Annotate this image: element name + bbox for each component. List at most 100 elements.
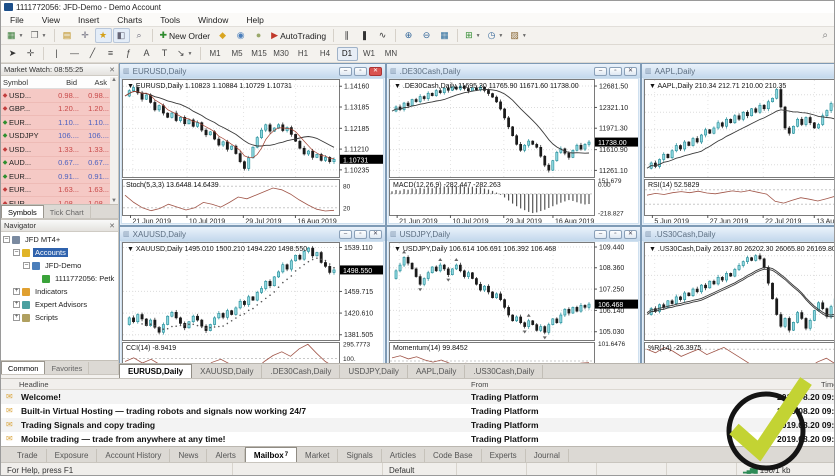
menu-charts[interactable]: Charts [108,13,151,26]
market-watch-row[interactable]: ◆ EUR... 1.08... 1.08... [1,197,118,204]
mailbox-row[interactable]: ✉ Trading Signals and copy trading Trading… [1,418,834,432]
status-profile[interactable]: Default [383,463,457,475]
scroll-up-icon[interactable]: ▲ [111,77,117,83]
market-watch-row[interactable]: ◆ EUR... 1.10... 1.10... [1,116,118,130]
minimize-button[interactable]: – [594,229,607,239]
chart-titlebar[interactable]: ▥ USDJPY,Daily – ▫ ✕ [387,227,640,241]
close-button[interactable]: ✕ [624,66,637,76]
tab-common[interactable]: Common [1,361,46,374]
vps-button[interactable]: ● [250,28,267,43]
trendline-tool[interactable]: ╱ [84,46,101,61]
strategy-tester-toggle[interactable]: ⌕ [131,28,148,43]
zoom-in-button[interactable]: ⊕ [400,28,417,43]
chart-titlebar[interactable]: ▥ .DE30Cash,Daily – ▫ ✕ [387,64,640,78]
menu-view[interactable]: View [33,13,69,26]
column-time[interactable]: Time [821,380,834,389]
chart-tab-usdjpy-daily[interactable]: USDJPY,Daily [340,365,408,378]
market-watch-row[interactable]: ◆ USDJPY 106.... 106.... [1,129,118,143]
tab-journal[interactable]: Journal [526,449,569,462]
chart-titlebar[interactable]: ▥ EURUSD,Daily – ▫ ✕ [120,64,385,78]
vertical-line-tool[interactable]: | [48,46,65,61]
menu-insert[interactable]: Insert [69,13,108,26]
menu-tools[interactable]: Tools [151,13,189,26]
expand-icon[interactable]: + [13,314,20,321]
expand-icon[interactable]: + [13,301,20,308]
close-button[interactable]: ✕ [624,229,637,239]
timeframe-m30[interactable]: M30 [271,47,292,61]
zoom-out-button[interactable]: ⊖ [418,28,435,43]
timeframe-m15[interactable]: M15 [249,47,270,61]
horizontal-line-tool[interactable]: — [66,46,83,61]
mailbox-row[interactable]: ✉ Mobile trading — trade from anywhere at… [1,432,834,446]
arrows-tool[interactable]: ↘ ▼ [174,46,196,61]
tab-articles[interactable]: Articles [382,449,425,462]
column-symbol[interactable]: Symbol [1,78,51,87]
channel-tool[interactable]: ≡ [102,46,119,61]
column-from[interactable]: From [471,380,489,389]
chart-tab-eurusd-daily[interactable]: EURUSD,Daily [119,364,193,378]
close-button[interactable]: ✕ [369,66,382,76]
restore-button[interactable]: ▫ [609,66,622,76]
indicators-button[interactable]: ⊞ ▼ [462,28,484,43]
mailbox-row[interactable]: ✉ Built-in Virtual Hosting — trading robo… [1,404,834,418]
mql5-community-button[interactable]: ◉ [232,28,249,43]
close-icon[interactable]: ✕ [109,222,115,230]
search-icon[interactable]: ⌕ [822,30,828,41]
tab-market[interactable]: Market [297,449,339,462]
new-chart-button[interactable]: ▦ ▼ [4,28,26,43]
chart-window-eurusd[interactable]: ▥ EURUSD,Daily – ▫ ✕ 1.14160 1.13185 1.12185 1.1… [119,63,386,226]
text-tool[interactable]: A [138,46,155,61]
tab-favorites[interactable]: Favorites [45,362,90,374]
chart-titlebar[interactable]: ▥AAPL,Daily–▫✕ [642,64,834,78]
timeframe-m1[interactable]: M1 [205,47,226,61]
restore-button[interactable]: ▫ [609,229,622,239]
data-window-toggle[interactable]: ✛ [77,28,94,43]
tab-tick-chart[interactable]: Tick Chart [44,206,91,218]
navigator-item-indicators[interactable]: + Indicators [1,285,118,298]
chart-window-us30[interactable]: ▥.US30Cash,Daily–▫✕ ▼ .US30Cash,Daily 261… [641,226,834,363]
minimize-button[interactable]: – [594,66,607,76]
column-ask[interactable]: Ask [79,78,109,87]
market-watch-toggle[interactable]: ▤ [59,28,76,43]
chart-tab--de30cash-daily[interactable]: .DE30Cash,Daily [262,365,341,378]
line-chart-button[interactable]: ∿ [374,28,391,43]
column-headline[interactable]: Headline [19,380,49,389]
metaeditor-button[interactable]: ◆ [214,28,231,43]
navigator-item-scripts[interactable]: + Scripts [1,311,118,324]
close-icon[interactable]: ✕ [109,66,115,74]
tab-alerts[interactable]: Alerts [207,449,245,462]
chart-titlebar[interactable]: ▥ XAUUSD,Daily – ▫ ✕ [120,227,385,241]
navigator-item-expert-advisors[interactable]: + Expert Advisors [1,298,118,311]
cursor-tool[interactable]: ➤ [4,46,21,61]
terminal-toggle[interactable]: ◧ [112,28,130,43]
collapse-icon[interactable]: – [13,249,20,256]
chart-window-aapl[interactable]: ▥AAPL,Daily–▫✕▼ AAPL,Daily 210.34 212.71… [641,63,834,226]
navigator-toggle[interactable]: ★ [94,28,112,43]
tab-signals[interactable]: Signals [338,449,382,462]
tab-experts[interactable]: Experts [482,449,526,462]
timeframe-w1[interactable]: W1 [359,47,380,61]
candlestick-chart-button[interactable]: ❚ [356,28,373,43]
column-bid[interactable]: Bid [51,78,79,87]
chart-window-usdjpy[interactable]: ▥ USDJPY,Daily – ▫ ✕ 109.440 108.360 107.250 106… [386,226,641,363]
expand-icon[interactable]: + [13,288,20,295]
bar-chart-button[interactable]: ∥ [338,28,355,43]
market-watch-row[interactable]: ◆ EUR... 0.91... 0.91... [1,170,118,184]
crosshair-tool[interactable]: ✛ [22,46,39,61]
market-watch-row[interactable]: ◆ GBP... 1.20... 1.20... [1,102,118,116]
chart-window-de30[interactable]: ▥ .DE30Cash,Daily – ▫ ✕ 12681.50 12321.10 11971… [386,63,641,226]
tile-windows-button[interactable]: ▦ [436,28,453,43]
chart-tab-aapl-daily[interactable]: AAPL,Daily [408,365,466,378]
timeframe-h1[interactable]: H1 [293,47,314,61]
chart-window-xauusd[interactable]: ▥ XAUUSD,Daily – ▫ ✕ 1539.110 1459.715 1420.610… [119,226,386,363]
tab-account-history[interactable]: Account History [97,449,171,462]
templates-button[interactable]: ▨ ▼ [507,28,529,43]
navigator-item-accounts[interactable]: – Accounts [1,246,118,259]
navigator-item-jfd-demo[interactable]: – JFD-Demo [1,259,118,272]
navigator-item-jfd-mt4-[interactable]: – JFD MT4+ [1,233,118,246]
periods-button[interactable]: ◷ ▼ [485,28,507,43]
fibonacci-tool[interactable]: ƒ [120,46,137,61]
market-watch-row[interactable]: ◆ USD... 1.33... 1.33... [1,143,118,157]
tab-exposure[interactable]: Exposure [47,449,98,462]
restore-button[interactable]: ▫ [354,66,367,76]
